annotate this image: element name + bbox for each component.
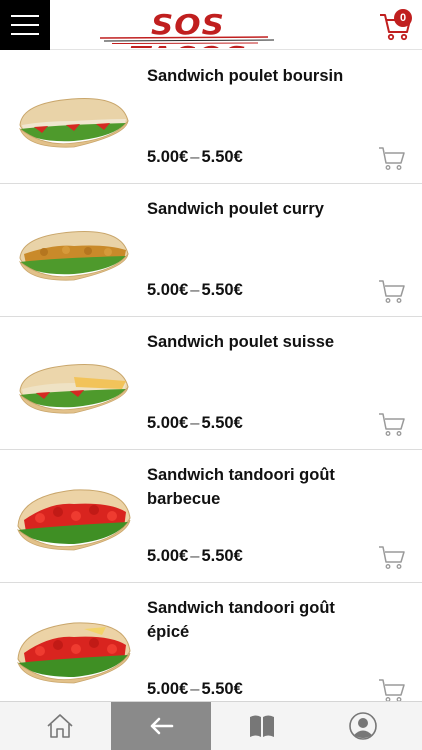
product-name[interactable]: Sandwich poulet suisse [147, 330, 377, 354]
price-separator: – [190, 414, 200, 432]
product-image [19, 363, 129, 414]
price-min: 5.00€ [147, 680, 189, 698]
product-item[interactable]: Sandwich tandoori goût barbecue 5.00€ –5.… [0, 450, 422, 583]
product-name[interactable]: Sandwich poulet curry [147, 197, 377, 221]
product-item[interactable]: Sandwich poulet boursin 5.00€ –5.50€ [0, 51, 422, 184]
product-name[interactable]: Sandwich tandoori goût barbecue [147, 463, 377, 511]
shopping-cart-icon[interactable]: 0 [376, 5, 416, 45]
price-min: 5.00€ [147, 547, 189, 565]
add-to-cart-icon[interactable] [377, 144, 407, 172]
product-image [19, 97, 129, 148]
add-to-cart-icon[interactable] [377, 543, 407, 571]
product-price: 5.00€ –5.50€ [147, 547, 243, 566]
brand-logo[interactable]: SOS TACOS [90, 4, 286, 48]
product-name[interactable]: Sandwich tandoori goût épicé [147, 596, 377, 644]
add-to-cart-icon[interactable] [377, 277, 407, 305]
product-image [17, 489, 131, 551]
price-max: 5.50€ [201, 414, 243, 432]
add-to-cart-icon[interactable] [377, 676, 407, 701]
product-item[interactable]: Sandwich poulet curry 5.00€ –5.50€ [0, 184, 422, 317]
product-price: 5.00€ –5.50€ [147, 414, 243, 433]
product-price: 5.00€ –5.50€ [147, 281, 243, 300]
product-price: 5.00€ –5.50€ [147, 680, 243, 699]
hamburger-menu-icon[interactable] [0, 0, 50, 50]
product-name[interactable]: Sandwich poulet boursin [147, 64, 377, 88]
product-list: Sandwich poulet boursin 5.00€ –5.50€ Sand… [0, 51, 422, 701]
price-min: 5.00€ [147, 281, 189, 299]
app-header: SOS TACOS 0 [0, 0, 422, 50]
price-max: 5.50€ [201, 547, 243, 565]
price-separator: – [190, 547, 200, 565]
product-item[interactable]: Sandwich poulet suisse 5.00€ –5.50€ [0, 317, 422, 450]
price-separator: – [190, 680, 200, 698]
product-image [17, 622, 131, 684]
bottom-nav-bar [0, 701, 422, 750]
price-min: 5.00€ [147, 414, 189, 432]
product-price: 5.00€ –5.50€ [147, 148, 243, 167]
product-item[interactable]: Sandwich tandoori goût épicé 5.00€ –5.50€ [0, 583, 422, 701]
price-max: 5.50€ [201, 148, 243, 166]
price-min: 5.00€ [147, 148, 189, 166]
product-image [19, 230, 129, 281]
book-icon[interactable] [212, 702, 312, 750]
price-separator: – [190, 281, 200, 299]
price-max: 5.50€ [201, 281, 243, 299]
cart-count-badge: 0 [394, 9, 412, 27]
back-arrow-icon[interactable] [111, 702, 211, 750]
home-icon[interactable] [10, 702, 110, 750]
price-max: 5.50€ [201, 680, 243, 698]
user-icon[interactable] [313, 702, 413, 750]
price-separator: – [190, 148, 200, 166]
add-to-cart-icon[interactable] [377, 410, 407, 438]
logo-underline [99, 36, 275, 44]
